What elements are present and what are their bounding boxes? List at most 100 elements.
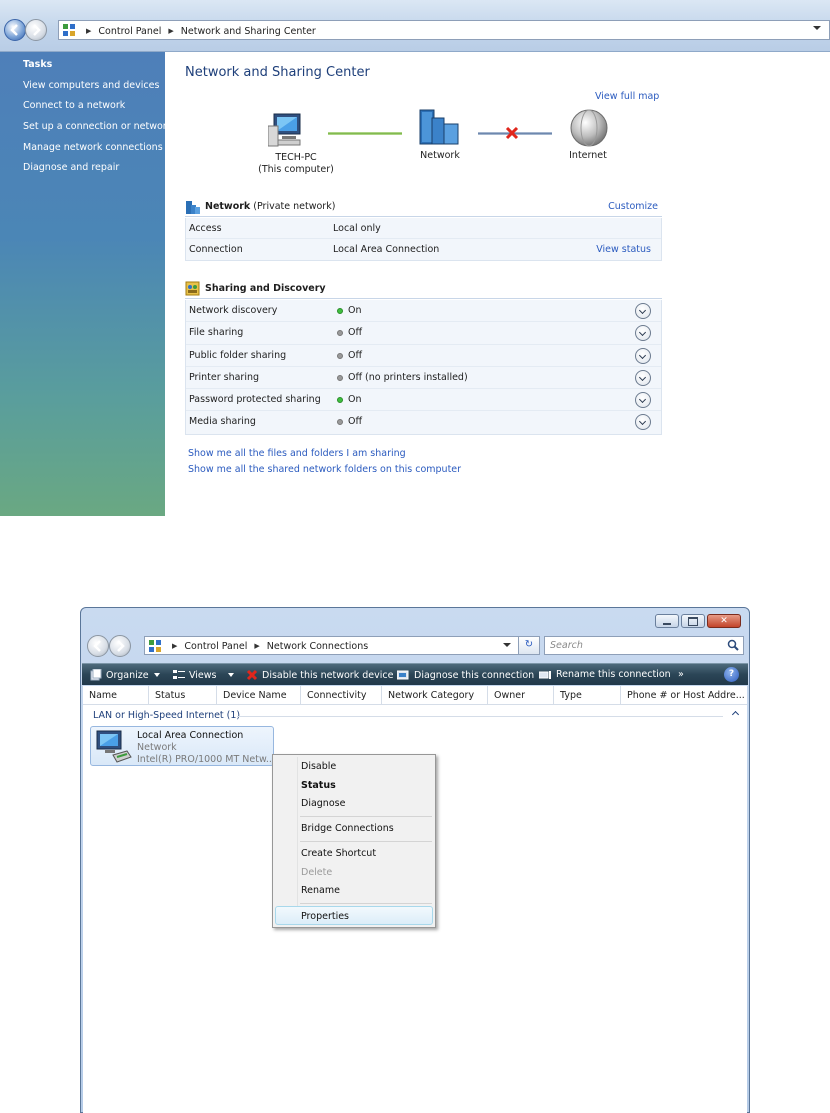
chevron-right-icon: ▶ — [172, 642, 178, 650]
chevron-right-icon: ▶ — [168, 27, 174, 35]
menu-item-status[interactable]: Status — [301, 780, 336, 791]
chevron-down-icon[interactable] — [503, 643, 511, 647]
expand-button[interactable] — [635, 414, 651, 431]
task-setup-connection[interactable]: Set up a connection or network — [23, 121, 172, 132]
connection-name: Local Area Connection — [137, 730, 244, 741]
address-box[interactable]: ▶ Control Panel ▶ Network and Sharing Ce… — [58, 20, 830, 40]
row-value: On — [348, 394, 362, 406]
task-manage-connections[interactable]: Manage network connections — [23, 142, 163, 153]
menu-separator — [300, 841, 432, 842]
refresh-icon: ↻ — [524, 639, 534, 650]
column-connectivity[interactable]: Connectivity — [301, 686, 382, 705]
network-sharing-center-window: ▶ Control Panel ▶ Network and Sharing Ce… — [0, 0, 830, 516]
row-value: Local Area Connection — [333, 244, 440, 255]
search-input[interactable]: Search — [544, 636, 744, 655]
expand-button[interactable] — [635, 347, 651, 364]
refresh-button[interactable]: ↻ — [518, 636, 540, 655]
map-link-computer-network — [328, 132, 402, 135]
row-key: Media sharing — [189, 416, 256, 428]
rename-connection-button[interactable]: Rename this connection — [539, 669, 671, 680]
row-value: Local only — [333, 223, 381, 234]
group-header[interactable]: LAN or High-Speed Internet (1) — [93, 710, 240, 721]
view-full-map-link[interactable]: View full map — [595, 91, 659, 102]
address-box[interactable]: ▶ Control Panel ▶ Network Connections — [144, 636, 520, 655]
status-off-icon — [337, 352, 343, 359]
local-area-connection-item[interactable]: Local Area Connection Network Intel(R) P… — [90, 726, 275, 766]
expand-button[interactable] — [635, 303, 651, 319]
sharing-row-network-discovery: Network discovery On — [186, 300, 661, 323]
row-key: Public folder sharing — [189, 349, 287, 361]
chevron-right-icon: ▶ — [86, 27, 92, 35]
column-device-name[interactable]: Device Name — [217, 686, 301, 705]
menu-item-delete: Delete — [301, 867, 333, 878]
minimize-button[interactable] — [655, 614, 679, 628]
menu-item-diagnose[interactable]: Diagnose — [301, 798, 345, 809]
menu-separator — [300, 816, 432, 817]
customize-link[interactable]: Customize — [608, 201, 658, 212]
row-value: Off — [348, 416, 363, 428]
menu-item-create-shortcut[interactable]: Create Shortcut — [301, 848, 376, 859]
column-type[interactable]: Type — [554, 686, 621, 705]
task-connect-network[interactable]: Connect to a network — [23, 100, 125, 111]
breadcrumb-control-panel[interactable]: Control Panel — [184, 641, 247, 652]
disable-device-button[interactable]: Disable this network device — [246, 669, 393, 681]
views-button[interactable]: Views — [173, 669, 234, 681]
arrow-left-icon — [10, 24, 18, 36]
expand-button[interactable] — [635, 369, 651, 386]
diagnose-connection-label: Diagnose this connection — [414, 669, 535, 681]
disable-device-label: Disable this network device — [262, 669, 394, 681]
task-view-computers[interactable]: View computers and devices — [23, 80, 159, 91]
close-button[interactable]: ✕ — [707, 614, 741, 628]
menu-item-properties[interactable]: Properties — [301, 911, 349, 922]
row-key: Connection — [189, 244, 243, 255]
row-key: Network discovery — [189, 305, 278, 316]
status-off-icon — [337, 330, 343, 337]
expand-button[interactable] — [635, 325, 651, 342]
column-network-category[interactable]: Network Category — [382, 686, 488, 705]
sharing-row-file-sharing: File sharing Off — [186, 322, 661, 345]
forward-button[interactable] — [109, 635, 131, 657]
map-internet-label[interactable]: Internet — [553, 150, 623, 162]
help-button[interactable]: ? — [724, 667, 739, 682]
network-adapter-icon — [96, 730, 132, 763]
group-divider — [237, 716, 723, 717]
column-owner[interactable]: Owner — [488, 686, 554, 705]
sharing-row-public-folder: Public folder sharing Off — [186, 345, 661, 367]
menu-item-rename[interactable]: Rename — [301, 885, 340, 896]
map-network-label[interactable]: Network — [405, 150, 475, 162]
breadcrumb-network-connections[interactable]: Network Connections — [267, 641, 368, 652]
network-details: Access Local only Connection Local Area … — [185, 218, 662, 261]
menu-item-disable[interactable]: Disable — [301, 761, 336, 772]
show-shared-folders-link[interactable]: Show me all the shared network folders o… — [188, 464, 461, 475]
chevron-up-icon[interactable] — [731, 710, 740, 719]
task-diagnose-repair[interactable]: Diagnose and repair — [23, 162, 119, 173]
organize-button[interactable]: Organize — [90, 669, 160, 681]
back-button[interactable] — [87, 635, 109, 657]
diagnose-icon — [397, 670, 409, 680]
breadcrumb: ▶ Control Panel ▶ Network and Sharing Ce… — [79, 23, 316, 39]
map-computer-name: TECH-PC — [275, 152, 317, 163]
network-row-access: Access Local only — [186, 218, 661, 239]
view-status-link[interactable]: View status — [596, 244, 651, 255]
expand-button[interactable] — [635, 392, 651, 409]
maximize-button[interactable] — [681, 614, 705, 628]
diagnose-connection-button[interactable]: Diagnose this connection — [397, 669, 534, 681]
connection-status: Network — [137, 742, 177, 753]
disconnected-x-icon — [505, 126, 519, 140]
organize-label: Organize — [106, 669, 149, 681]
column-phone-host[interactable]: Phone # or Host Addre... — [621, 686, 747, 705]
column-name[interactable]: Name — [83, 686, 149, 705]
navigation-bar: ▶ Control Panel ▶ Network Connections ↻ … — [81, 632, 749, 662]
back-button[interactable] — [4, 19, 26, 41]
column-status[interactable]: Status — [149, 686, 217, 705]
breadcrumb-control-panel[interactable]: Control Panel — [98, 26, 161, 37]
chevron-down-icon[interactable] — [813, 26, 821, 30]
more-commands-button[interactable]: » — [678, 669, 684, 680]
map-computer-label[interactable]: TECH-PC (This computer) — [256, 152, 336, 176]
show-shared-files-link[interactable]: Show me all the files and folders I am s… — [188, 448, 406, 459]
breadcrumb-network-sharing[interactable]: Network and Sharing Center — [181, 26, 316, 37]
search-icon — [727, 639, 739, 651]
organize-icon — [90, 669, 102, 681]
forward-button[interactable] — [25, 19, 47, 41]
menu-item-bridge[interactable]: Bridge Connections — [301, 823, 394, 834]
